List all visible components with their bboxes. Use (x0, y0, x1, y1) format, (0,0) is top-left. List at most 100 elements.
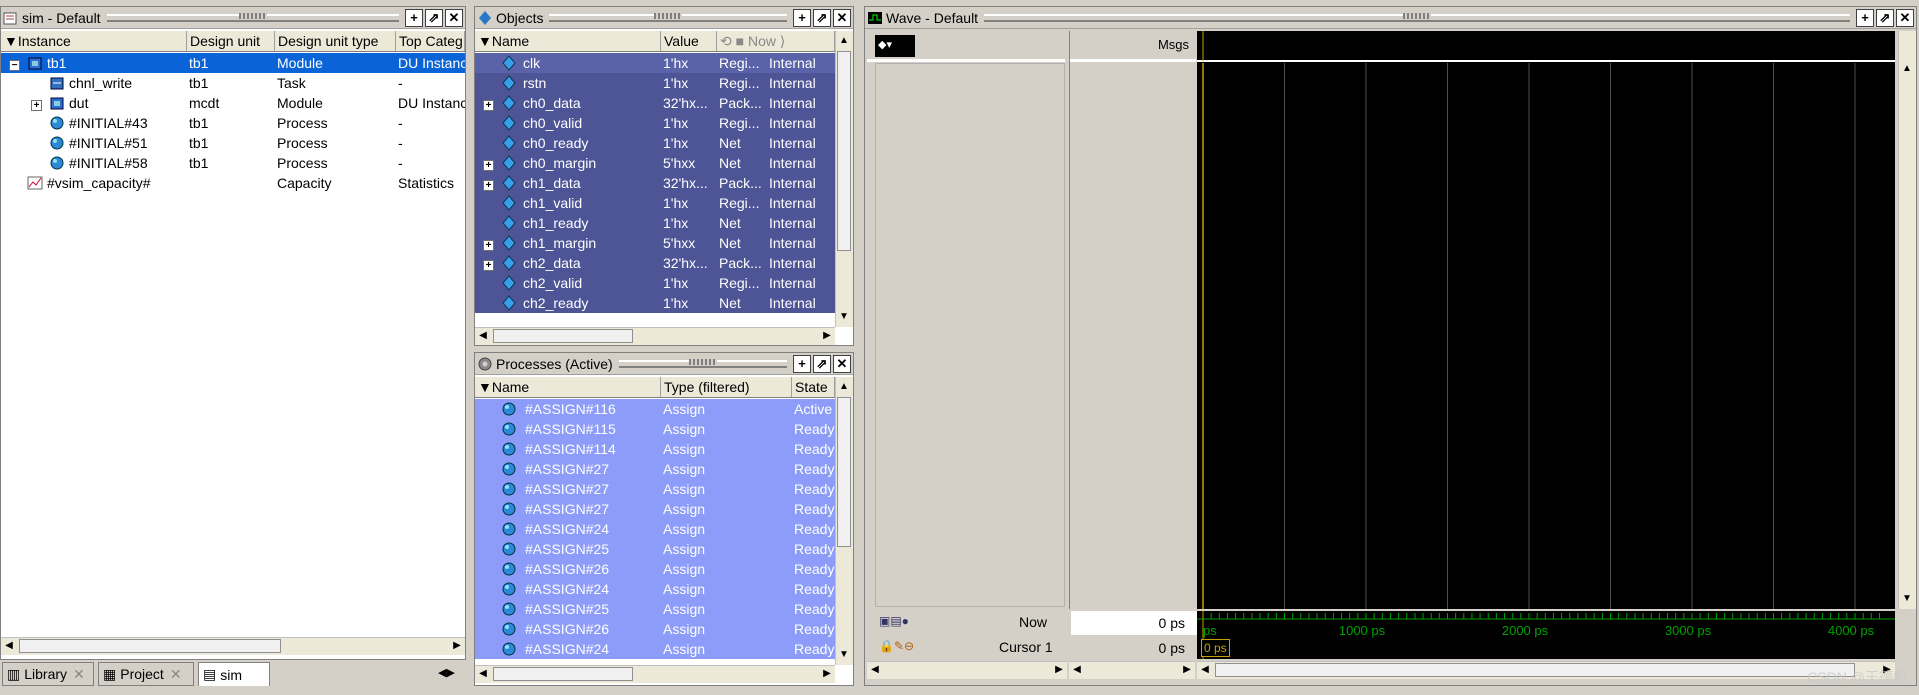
scroll-up-icon[interactable]: ▲ (836, 33, 852, 49)
object-row[interactable]: ch0_ready 1'hx Net Internal (475, 133, 835, 153)
expand-icon[interactable]: + (483, 260, 494, 271)
process-row[interactable]: #ASSIGN#25 Assign Ready (475, 539, 835, 559)
scroll-thumb[interactable] (837, 397, 851, 547)
expand-icon[interactable]: + (483, 180, 494, 191)
expand-icon[interactable]: + (483, 240, 494, 251)
table-row[interactable]: #vsim_capacity# Capacity Statistics (1, 173, 465, 193)
object-row[interactable]: ch0_valid 1'hx Regi... Internal (475, 113, 835, 133)
scroll-thumb[interactable] (19, 639, 281, 653)
undock-icon[interactable]: ⇗ (425, 8, 443, 27)
scroll-right-icon[interactable]: ▶ (819, 328, 835, 344)
scroll-right-icon[interactable]: ▶ (1051, 662, 1067, 678)
objects-hscroll[interactable]: ◀ ▶ (475, 327, 835, 345)
expander-icon[interactable]: − (9, 55, 23, 71)
expander-icon[interactable]: + (483, 175, 497, 191)
cursor-tool-icons[interactable]: 🔒✎⊖ (879, 639, 914, 653)
expand-icon[interactable]: + (483, 100, 494, 111)
table-row[interactable]: − tb1 tb1 Module DU Instanc (1, 53, 465, 73)
tab-library[interactable]: ▥ Library ✕ (2, 662, 94, 686)
objects-titlebar[interactable]: Objects + ⇗ ✕ (475, 7, 853, 29)
wave-titlebar[interactable]: Wave - Default + ⇗ ✕ (865, 7, 1916, 29)
processes-titlebar[interactable]: Processes (Active) + ⇗ ✕ (475, 353, 853, 375)
object-row[interactable]: ch2_valid 1'hx Regi... Internal (475, 273, 835, 293)
close-icon[interactable]: ✕ (833, 354, 851, 373)
add-icon[interactable]: + (793, 8, 811, 27)
table-row[interactable]: #INITIAL#43 tb1 Process - (1, 113, 465, 133)
scroll-thumb[interactable] (837, 51, 851, 251)
table-row[interactable]: #INITIAL#51 tb1 Process - (1, 133, 465, 153)
column-top-category[interactable]: Top Categ (396, 31, 465, 51)
add-icon[interactable]: + (793, 354, 811, 373)
object-row[interactable]: + ch0_data 32'hx... Pack... Internal (475, 93, 835, 113)
object-row[interactable]: rstn 1'hx Regi... Internal (475, 73, 835, 93)
close-icon[interactable]: ✕ (1896, 8, 1914, 27)
object-row[interactable]: ch1_ready 1'hx Net Internal (475, 213, 835, 233)
processes-hscroll[interactable]: ◀ ▶ (475, 665, 835, 683)
process-row[interactable]: #ASSIGN#115 Assign Ready (475, 419, 835, 439)
sim-hscroll[interactable]: ◀ ▶ (1, 637, 465, 655)
drag-grip[interactable] (618, 358, 787, 368)
objects-vscroll[interactable]: ▲ ▼ (835, 31, 853, 327)
close-icon[interactable]: ✕ (445, 8, 463, 27)
expander-icon[interactable]: + (483, 255, 497, 271)
column-design-unit[interactable]: Design unit (187, 31, 275, 51)
tab-close-icon[interactable]: ✕ (170, 666, 182, 683)
add-icon[interactable]: + (1856, 8, 1874, 27)
expander-icon[interactable]: + (483, 155, 497, 171)
collapse-icon[interactable]: − (9, 60, 20, 71)
column-name[interactable]: ▼Name (475, 31, 661, 51)
expander-icon[interactable]: + (31, 95, 45, 111)
process-row[interactable]: #ASSIGN#24 Assign Ready (475, 639, 835, 659)
undock-icon[interactable]: ⇗ (813, 8, 831, 27)
timeline[interactable]: ps 1000 ps 2000 ps 3000 ps 4000 ps 0 ps (1197, 611, 1895, 659)
undock-icon[interactable]: ⇗ (813, 354, 831, 373)
cursor-marker[interactable]: 0 ps (1201, 639, 1230, 657)
scroll-left-icon[interactable]: ◀ (475, 328, 491, 344)
wave-vscroll[interactable]: ▲ ▼ (1898, 31, 1916, 609)
process-row[interactable]: #ASSIGN#27 Assign Ready (475, 499, 835, 519)
sim-titlebar[interactable]: sim - Default + ⇗ ✕ (1, 7, 465, 29)
table-row[interactable]: + dut mcdt Module DU Instanc (1, 93, 465, 113)
scroll-left-icon[interactable]: ◀ (867, 662, 883, 678)
column-state[interactable]: State (792, 377, 835, 397)
wave-toolbar-button[interactable]: ◆▾ (875, 35, 915, 57)
column-name[interactable]: ▼Name (475, 377, 661, 397)
cursor-label[interactable]: Cursor 1 (999, 639, 1053, 655)
expander-icon[interactable]: + (483, 235, 497, 251)
object-row[interactable]: + ch1_data 32'hx... Pack... Internal (475, 173, 835, 193)
expander-icon[interactable]: + (483, 95, 497, 111)
object-row[interactable]: clk 1'hx Regi... Internal (475, 53, 835, 73)
wave-time-hscroll[interactable]: ◀ ▶ (1197, 661, 1895, 679)
expand-icon[interactable]: + (31, 100, 42, 111)
process-row[interactable]: #ASSIGN#24 Assign Ready (475, 519, 835, 539)
scroll-left-icon[interactable]: ◀ (475, 666, 491, 682)
table-row[interactable]: #INITIAL#58 tb1 Process - (1, 153, 465, 173)
column-type[interactable]: Type (filtered) (661, 377, 792, 397)
column-value[interactable]: Value (661, 31, 717, 51)
scroll-down-icon[interactable]: ▼ (836, 309, 852, 325)
process-row[interactable]: #ASSIGN#116 Assign Active (475, 399, 835, 419)
scroll-thumb[interactable] (493, 667, 633, 681)
scroll-down-icon[interactable]: ▼ (836, 647, 852, 663)
scroll-up-icon[interactable]: ▲ (1899, 61, 1915, 77)
wave-tool-icons[interactable]: ▣▤● (879, 614, 909, 628)
scroll-right-icon[interactable]: ▶ (1179, 662, 1195, 678)
scroll-right-icon[interactable]: ▶ (819, 666, 835, 682)
scroll-thumb[interactable] (1215, 663, 1855, 677)
scroll-left-icon[interactable]: ◀ (1197, 662, 1213, 678)
process-row[interactable]: #ASSIGN#25 Assign Ready (475, 599, 835, 619)
column-instance[interactable]: ▼Instance (1, 31, 187, 51)
tab-sim[interactable]: ▤ sim (198, 662, 270, 686)
add-icon[interactable]: + (405, 8, 423, 27)
processes-vscroll[interactable]: ▲ ▼ (835, 377, 853, 665)
process-row[interactable]: #ASSIGN#27 Assign Ready (475, 479, 835, 499)
msgs-column[interactable]: Msgs (1069, 31, 1196, 609)
drag-grip[interactable] (984, 12, 1850, 22)
signal-list[interactable] (875, 63, 1065, 607)
scroll-left-icon[interactable]: ◀ (1069, 662, 1085, 678)
table-row[interactable]: chnl_write tb1 Task - (1, 73, 465, 93)
scroll-left-icon[interactable]: ◀ (1, 638, 17, 654)
object-row[interactable]: ch2_ready 1'hx Net Internal (475, 293, 835, 313)
process-row[interactable]: #ASSIGN#24 Assign Ready (475, 579, 835, 599)
object-row[interactable]: + ch2_data 32'hx... Pack... Internal (475, 253, 835, 273)
